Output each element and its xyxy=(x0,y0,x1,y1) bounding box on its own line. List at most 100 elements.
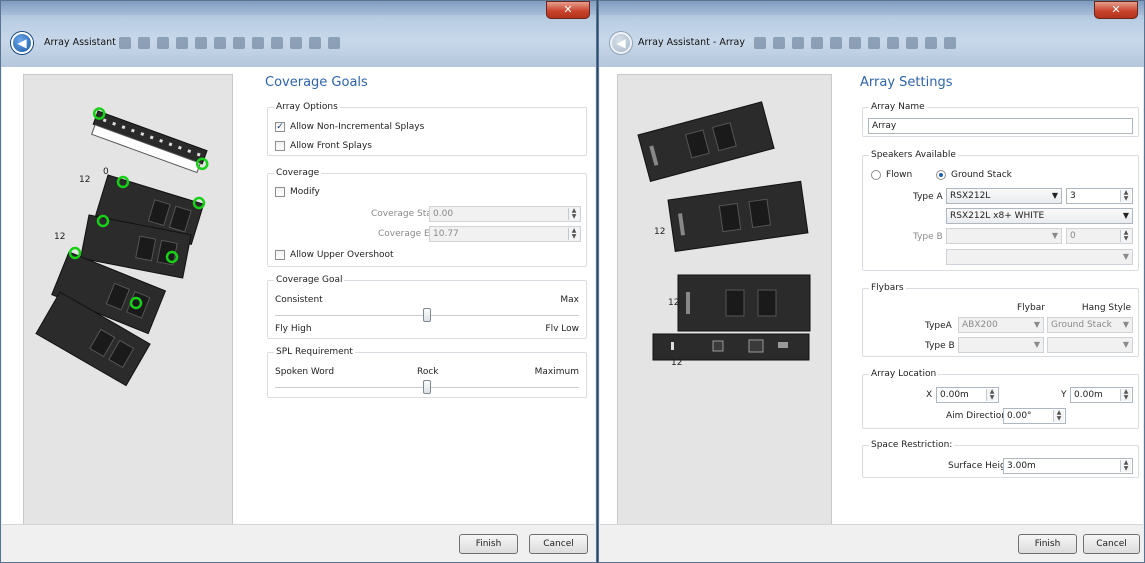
group-title: Coverage Goal xyxy=(274,275,345,285)
surface-height-value: 3.00m xyxy=(1007,461,1036,471)
spl-slider[interactable] xyxy=(275,380,579,394)
page-heading: Coverage Goals xyxy=(265,75,368,90)
type-a-label: Type A xyxy=(913,192,943,202)
splay-label: 12 xyxy=(671,358,683,368)
array-location-group: Array Location X 0.00m ▲ ▼ Y 0.00m ▲ ▼ Aim D… xyxy=(862,369,1139,429)
close-button[interactable]: ✕ xyxy=(546,1,590,19)
modify-checkbox[interactable]: Modify xyxy=(275,187,320,197)
slider-label-right: Maximum xyxy=(534,367,579,377)
array-preview: 12 12 12 xyxy=(617,74,832,557)
coverage-start-input[interactable]: 0.00 ▲ ▼ xyxy=(429,206,581,222)
array-name-input[interactable]: Array xyxy=(868,118,1133,134)
array-name-group: Array Name Array xyxy=(862,102,1139,137)
slider-label-center: Rock xyxy=(417,367,439,377)
array-options-group: Array Options ✓ Allow Non-Incremental Spl… xyxy=(267,102,587,156)
window-title: Array Assistant - Array xyxy=(638,37,745,48)
x-input[interactable]: 0.00m ▲ ▼ xyxy=(936,387,999,403)
hang-style-type-b-dropdown[interactable]: ▼ xyxy=(1047,337,1133,353)
coverage-end-input[interactable]: 10.77 ▲ ▼ xyxy=(429,226,581,242)
wizard-footer: Finish Cancel xyxy=(2,524,595,562)
close-button[interactable]: ✕ xyxy=(1094,1,1138,19)
type-b-count-input[interactable]: 0 ▲ ▼ xyxy=(1066,228,1133,244)
back-button[interactable]: ◀ xyxy=(11,32,33,54)
type-b-config-dropdown[interactable]: ▼ xyxy=(946,249,1133,265)
hang-style-type-a-dropdown[interactable]: Ground Stack ▼ xyxy=(1047,317,1133,333)
coverage-goal-slider[interactable] xyxy=(275,308,579,322)
spinner-icon: ▲ ▼ xyxy=(1120,190,1131,202)
radio-selected-icon xyxy=(936,170,946,180)
dropdown-arrow-icon: ▼ xyxy=(1122,320,1129,329)
spinner-icon: ▲ ▼ xyxy=(568,208,579,220)
group-title: Speakers Available xyxy=(869,150,958,160)
slider-thumb[interactable] xyxy=(423,380,431,394)
spinner-icon: ▲ ▼ xyxy=(1120,389,1131,401)
type-a-config: RSX212L x8+ WHITE xyxy=(950,211,1045,221)
allow-upper-overshoot-checkbox[interactable]: Allow Upper Overshoot xyxy=(275,250,394,260)
y-value: 0.00m xyxy=(1074,390,1103,400)
array-preview: 0 12 12 xyxy=(23,74,233,557)
slider-label-right-bottom: Flv Low xyxy=(545,324,579,334)
close-icon: ✕ xyxy=(1111,3,1121,16)
finish-label: Finish xyxy=(475,539,502,549)
group-title: Flybars xyxy=(869,283,906,293)
hang-style-type-a-value: Ground Stack xyxy=(1051,320,1112,330)
spinner-icon: ▲ ▼ xyxy=(1053,410,1064,422)
cancel-button[interactable]: Cancel xyxy=(1083,534,1140,554)
page-heading: Array Settings xyxy=(860,75,953,90)
checkbox-label: Allow Non-Incremental Splays xyxy=(290,122,425,132)
array-assistant-window: ✕ ◀ Array Assistant 0 12 12 Coverage Goa… xyxy=(0,0,597,563)
flybar-column-header: Flybar xyxy=(1017,303,1045,313)
finish-button[interactable]: Finish xyxy=(1018,534,1077,554)
group-title: Space Restriction: xyxy=(869,440,955,450)
title-bar: ✕ ◀ Array Assistant - Array xyxy=(599,1,1144,67)
back-arrow-icon: ◀ xyxy=(616,36,626,50)
slider-thumb[interactable] xyxy=(423,308,431,322)
coverage-end-value: 10.77 xyxy=(433,229,459,239)
type-a-dropdown[interactable]: RSX212L ▼ xyxy=(946,188,1062,204)
background-toolbar xyxy=(119,37,340,53)
dropdown-arrow-icon: ▼ xyxy=(1033,320,1040,329)
coverage-goal-group: Coverage Goal Consistent Max Fly High Fl… xyxy=(267,275,587,339)
aim-direction-input[interactable]: 0.00° ▲ ▼ xyxy=(1003,408,1066,424)
type-b-dropdown[interactable]: ▼ xyxy=(946,228,1062,244)
group-title: Array Location xyxy=(869,369,939,379)
aim-direction-value: 0.00° xyxy=(1007,411,1032,421)
group-title: Array Name xyxy=(869,102,927,112)
checkbox-label: Allow Front Splays xyxy=(290,141,372,151)
type-a-count: 3 xyxy=(1070,191,1076,201)
checkbox-icon xyxy=(275,141,285,151)
flybar-type-b-label: Type B xyxy=(925,341,955,351)
coverage-start-value: 0.00 xyxy=(433,209,454,219)
surface-height-input[interactable]: 3.00m ▲ ▼ xyxy=(1003,458,1133,474)
radio-icon xyxy=(871,170,881,180)
dropdown-arrow-icon: ▼ xyxy=(1122,340,1129,349)
background-toolbar xyxy=(754,37,956,53)
flown-radio[interactable]: Flown xyxy=(871,170,912,180)
close-icon: ✕ xyxy=(563,3,573,16)
group-title: Coverage xyxy=(274,168,322,178)
ground-stack-radio[interactable]: Ground Stack xyxy=(936,170,1012,180)
allow-front-splays-checkbox[interactable]: Allow Front Splays xyxy=(275,141,372,151)
allow-non-incremental-checkbox[interactable]: ✓ Allow Non-Incremental Splays xyxy=(275,122,424,132)
title-bar: ✕ ◀ Array Assistant xyxy=(1,1,596,67)
splay-label: 12 xyxy=(54,232,66,242)
wizard-footer: Finish Cancel xyxy=(600,524,1143,562)
flybar-type-b-dropdown[interactable]: ▼ xyxy=(958,337,1044,353)
cancel-label: Cancel xyxy=(1096,539,1127,549)
aim-direction-label: Aim Direction xyxy=(946,411,1007,421)
array-name-value: Array xyxy=(872,121,897,131)
back-arrow-icon: ◀ xyxy=(17,36,27,50)
y-input[interactable]: 0.00m ▲ ▼ xyxy=(1070,387,1133,403)
spinner-icon: ▲ ▼ xyxy=(1120,460,1131,472)
type-a-count-input[interactable]: 3 ▲ ▼ xyxy=(1066,188,1133,204)
space-restriction-group: Space Restriction: Surface Height 3.00m ▲… xyxy=(862,440,1139,478)
back-button[interactable]: ◀ xyxy=(610,32,632,54)
cancel-label: Cancel xyxy=(543,539,574,549)
array-settings-window: ✕ ◀ Array Assistant - Array 12 12 12 Arr… xyxy=(598,0,1145,563)
flybar-type-a-dropdown[interactable]: ABX200 ▼ xyxy=(958,317,1044,333)
splay-label: 12 xyxy=(668,298,680,308)
type-a-config-dropdown[interactable]: RSX212L x8+ WHITE ▼ xyxy=(946,208,1133,224)
flybar-type-a-value: ABX200 xyxy=(962,320,998,330)
cancel-button[interactable]: Cancel xyxy=(529,534,588,554)
finish-button[interactable]: Finish xyxy=(459,534,518,554)
